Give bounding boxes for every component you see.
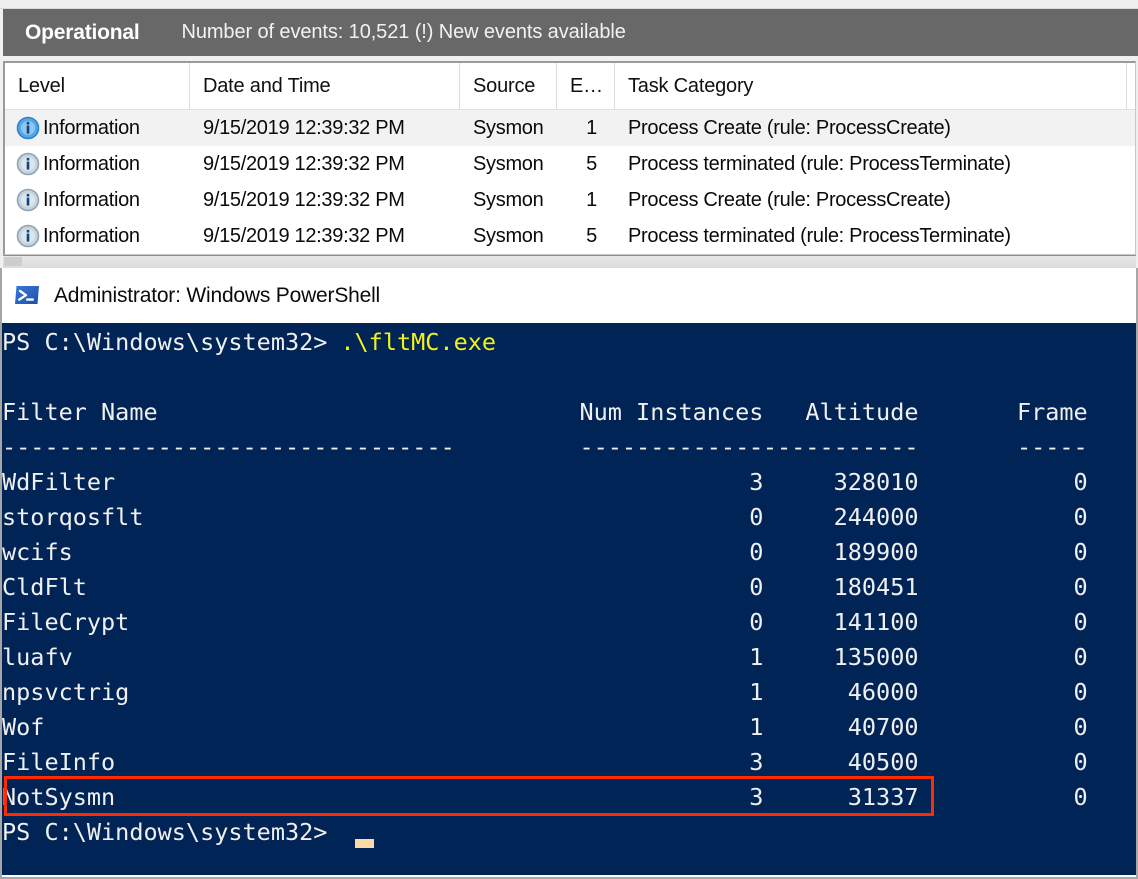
column-header-e[interactable]: E… [557, 63, 615, 109]
console-table-row: storqosflt 0 244000 0 [2, 500, 1136, 535]
event-viewer-pane: Operational Number of events: 10,521 (!)… [0, 0, 1138, 268]
column-header-label: Task Category [628, 74, 754, 97]
cell-frame: 0 [1073, 608, 1088, 636]
column-header-task-category[interactable]: Task Category [615, 63, 1127, 109]
cell-datetime: 9/15/2019 12:39:32 PM [203, 152, 405, 175]
command-text: .\fltMC.exe [340, 328, 497, 356]
cell-frame: 0 [1073, 748, 1088, 776]
powershell-title-label: Administrator: Windows PowerShell [54, 283, 381, 307]
powershell-icon [13, 282, 41, 310]
console-table-row: luafv 1 135000 0 [2, 640, 1136, 675]
cell-datetime: 9/15/2019 12:39:32 PM [203, 188, 405, 211]
cell-frame: 0 [1073, 538, 1088, 566]
event-list-column-header[interactable]: Level Date and Time Source E… Task Category [5, 63, 1135, 110]
table-row[interactable]: Information 9/15/2019 12:39:32 PM Sysmon 1 P… [5, 110, 1135, 146]
log-name-label: Operational [25, 20, 140, 44]
cell-task-category: Process terminated (rule: ProcessTermina… [628, 224, 1011, 247]
powershell-titlebar[interactable]: Administrator: Windows PowerShell [2, 268, 1136, 323]
console-final-prompt-line: PS C:\Windows\system32> [2, 815, 1136, 850]
event-count-status: Number of events: 10,521 (!) New events … [181, 21, 626, 43]
console-table-row: CldFlt 0 180451 0 [2, 570, 1136, 605]
column-header-level[interactable]: Level [5, 63, 190, 109]
powershell-window: Administrator: Windows PowerShell PS C:\… [0, 268, 1138, 879]
cell-frame: 0 [1073, 573, 1088, 601]
cell-datetime: 9/15/2019 12:39:32 PM [203, 116, 405, 139]
horizontal-scrollbar[interactable] [3, 255, 1136, 268]
column-header-date-and-time[interactable]: Date and Time [190, 63, 460, 109]
column-header-label: E… [570, 74, 603, 97]
final-prompt-text: PS C:\Windows\system32> [2, 818, 328, 846]
cell-event-id: 1 [586, 188, 597, 211]
cell-event-id: 5 [586, 152, 597, 175]
cell-frame: 0 [1073, 678, 1088, 706]
cell-event-id: 5 [586, 224, 597, 247]
console-table-separator: -------------------------------- --------… [2, 430, 1136, 465]
column-header-source[interactable]: Source [460, 63, 557, 109]
separator-frame: ----- [1016, 433, 1088, 461]
cell-source: Sysmon [473, 188, 544, 211]
table-row[interactable]: Information 9/15/2019 12:39:32 PM Sysmon 5 P… [5, 146, 1135, 182]
cell-task-category: Process terminated (rule: ProcessTermina… [628, 152, 1011, 175]
highlight-rectangle [4, 776, 934, 816]
scrollbar-thumb[interactable] [4, 257, 22, 266]
column-header-label: Source [473, 74, 536, 97]
column-header-label: Level [18, 74, 65, 97]
cell-datetime: 9/15/2019 12:39:32 PM [203, 224, 405, 247]
powershell-console[interactable]: PS C:\Windows\system32> .\fltMC.exe Filter… [2, 323, 1136, 875]
cell-level: Information [43, 152, 140, 175]
console-table-row: npsvctrig 1 46000 0 [2, 675, 1136, 710]
console-table-row: Wof 1 40700 0 [2, 710, 1136, 745]
event-log-header-bar: Operational Number of events: 10,521 (!)… [3, 9, 1138, 56]
prompt-text: PS C:\Windows\system32> [2, 328, 328, 356]
cell-level: Information [43, 224, 140, 247]
cell-level: Information [43, 188, 140, 211]
window-top-strip [0, 0, 1138, 9]
cell-task-category: Process Create (rule: ProcessCreate) [628, 116, 951, 139]
event-list[interactable]: Level Date and Time Source E… Task Category … [3, 61, 1136, 255]
header-frame: Frame [1016, 398, 1088, 426]
cell-frame: 0 [1073, 468, 1088, 496]
cell-frame: 0 [1073, 713, 1088, 741]
event-list-rows[interactable]: Information 9/15/2019 12:39:32 PM Sysmon 1 P… [5, 110, 1135, 254]
console-table-row: FileInfo 3 40500 0 [2, 745, 1136, 780]
cell-level: Information [43, 116, 140, 139]
console-cursor [354, 839, 374, 848]
cell-source: Sysmon [473, 152, 544, 175]
cell-frame: 0 [1073, 643, 1088, 671]
console-command-line: PS C:\Windows\system32> .\fltMC.exe [2, 325, 1136, 360]
console-table-row: FileCrypt 0 141100 0 [2, 605, 1136, 640]
console-table-header: Filter Name Num Instances Altitude Frame [2, 395, 1136, 430]
table-row[interactable]: Information 9/15/2019 12:39:32 PM Sysmon 5 P… [5, 218, 1135, 254]
cell-task-category: Process Create (rule: ProcessCreate) [628, 188, 951, 211]
cell-event-id: 1 [586, 116, 597, 139]
table-row[interactable]: Information 9/15/2019 12:39:32 PM Sysmon 1 P… [5, 182, 1135, 218]
cell-frame: 0 [1073, 503, 1088, 531]
column-header-label: Date and Time [203, 74, 331, 97]
console-table-row: wcifs 0 189900 0 [2, 535, 1136, 570]
console-table-row: WdFilter 3 328010 0 [2, 465, 1136, 500]
cell-source: Sysmon [473, 224, 544, 247]
cell-source: Sysmon [473, 116, 544, 139]
